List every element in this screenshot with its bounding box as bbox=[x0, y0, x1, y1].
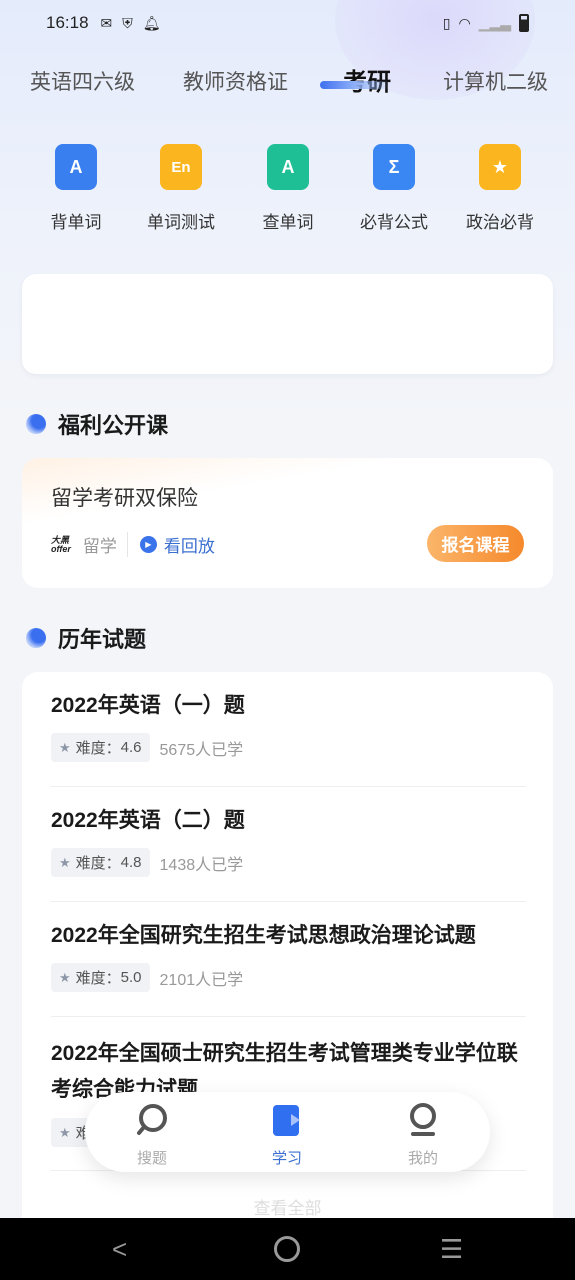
status-bar: 16:18 ✉ ⛨ 🔔︎ ▯ ◠ ▁▂▃ bbox=[0, 0, 575, 46]
profile-icon bbox=[410, 1103, 436, 1136]
exam-list: 2022年英语（一）题 ★ 难度： 4.6 5675人已学 2022年英语（二）题 ★… bbox=[22, 672, 553, 1272]
star-icon: ★ bbox=[59, 854, 71, 870]
nav-label: 搜题 bbox=[136, 1150, 167, 1167]
learner-count: 2101人已学 bbox=[159, 971, 244, 989]
offer-logo: 大黑 offer bbox=[51, 534, 71, 554]
star-icon: ★ bbox=[59, 1124, 71, 1140]
course-title: 留学考研双保险 bbox=[51, 487, 198, 510]
tool-lookup-word[interactable]: A 查单词 bbox=[238, 140, 338, 233]
enroll-button[interactable]: 报名课程 bbox=[427, 525, 524, 562]
tool-word-test[interactable]: En 单词测试 bbox=[131, 140, 231, 233]
learner-count: 5675人已学 bbox=[159, 741, 244, 759]
exam-item[interactable]: 2022年全国研究生招生考试思想政治理论试题 ★ 难度： 5.0 2101人已学 bbox=[51, 919, 526, 992]
divider bbox=[51, 786, 526, 787]
section-past-exams: 历年试题 bbox=[26, 622, 146, 654]
exam-item[interactable]: 2022年英语（二）题 ★ 难度： 4.8 1438人已学 bbox=[51, 804, 526, 877]
home-icon[interactable] bbox=[274, 1236, 300, 1262]
section-title: 历年试题 bbox=[58, 627, 147, 652]
difficulty-badge: ★ 难度： 4.6 bbox=[51, 733, 150, 762]
tool-label: 政治必背 bbox=[466, 213, 534, 232]
tool-label: 查单词 bbox=[262, 213, 314, 232]
tab-computer[interactable]: 计算机二级 bbox=[443, 66, 548, 96]
tab-kaoyan[interactable]: 考研 bbox=[343, 62, 391, 97]
sigma-icon: Σ bbox=[373, 144, 415, 190]
exam-item[interactable]: 2022年英语（一）题 ★ 难度： 4.6 5675人已学 bbox=[51, 689, 526, 762]
course-school: 留学 bbox=[83, 532, 128, 557]
nav-label: 我的 bbox=[407, 1150, 438, 1167]
tool-label: 必背公式 bbox=[360, 213, 428, 232]
difficulty-badge: ★ 难度： 5.0 bbox=[51, 963, 150, 992]
exam-title: 2022年英语（一）题 bbox=[51, 694, 245, 717]
divider bbox=[51, 901, 526, 902]
tool-formulas[interactable]: Σ 必背公式 bbox=[344, 140, 444, 233]
category-tabs: 英语四六级 教师资格证 考研 计算机二级 bbox=[0, 62, 575, 98]
divider bbox=[51, 1016, 526, 1017]
mail-icon: ✉ bbox=[100, 14, 113, 31]
play-icon: ▶ bbox=[139, 536, 157, 553]
politics-icon: ★ bbox=[479, 144, 521, 190]
system-nav-bar: < ☰ bbox=[0, 1218, 575, 1280]
nav-study[interactable]: 学习 bbox=[247, 1102, 327, 1168]
star-icon: ★ bbox=[59, 969, 71, 985]
study-icon bbox=[273, 1105, 300, 1136]
difficulty-badge: ★ 难度： 4.8 bbox=[51, 848, 150, 877]
signal-icon: ▁▂▃ bbox=[478, 14, 511, 31]
exam-title: 2022年全国研究生招生考试思想政治理论试题 bbox=[51, 924, 476, 947]
view-all-link[interactable]: 查看全部 bbox=[22, 1194, 553, 1219]
learner-count: 1438人已学 bbox=[159, 856, 244, 874]
book-a-icon: A bbox=[55, 144, 97, 190]
star-icon: ★ bbox=[59, 739, 71, 755]
exam-title: 2022年英语（二）题 bbox=[51, 809, 245, 832]
section-title: 福利公开课 bbox=[58, 413, 169, 438]
nav-label: 学习 bbox=[271, 1150, 302, 1167]
nav-search[interactable]: 搜题 bbox=[112, 1102, 192, 1168]
tool-memorize-words[interactable]: A 背单词 bbox=[26, 140, 126, 233]
battery-icon bbox=[519, 14, 529, 32]
section-dot-icon bbox=[26, 628, 46, 648]
tool-politics[interactable]: ★ 政治必背 bbox=[450, 140, 550, 233]
bell-icon: 🔔︎ bbox=[142, 14, 161, 31]
en-test-icon: En bbox=[160, 144, 202, 190]
nav-profile[interactable]: 我的 bbox=[383, 1102, 463, 1168]
bottom-nav: 搜题 学习 我的 bbox=[85, 1092, 490, 1172]
tool-label: 单词测试 bbox=[147, 213, 215, 232]
vibrate-icon: ▯ bbox=[442, 14, 451, 31]
section-open-course: 福利公开课 bbox=[26, 408, 168, 440]
course-card[interactable]: 留学考研双保险 大黑 offer 留学 ▶ 看回放 报名课程 bbox=[22, 458, 553, 588]
replay-link[interactable]: 看回放 bbox=[164, 532, 215, 557]
shield-icon: ⛨ bbox=[122, 14, 133, 31]
active-tab-indicator bbox=[320, 81, 390, 89]
tab-teacher[interactable]: 教师资格证 bbox=[183, 66, 288, 96]
banner-card[interactable] bbox=[22, 274, 553, 374]
tool-label: 背单词 bbox=[50, 213, 102, 232]
tab-cet[interactable]: 英语四六级 bbox=[30, 66, 135, 96]
back-icon[interactable]: < bbox=[112, 1234, 127, 1265]
section-dot-icon bbox=[26, 414, 46, 434]
menu-icon[interactable]: ☰ bbox=[440, 1234, 463, 1265]
search-word-icon: A bbox=[267, 144, 309, 190]
search-icon bbox=[137, 1104, 167, 1135]
wifi-icon: ◠ bbox=[458, 14, 471, 31]
status-time: 16:18 bbox=[46, 13, 89, 32]
